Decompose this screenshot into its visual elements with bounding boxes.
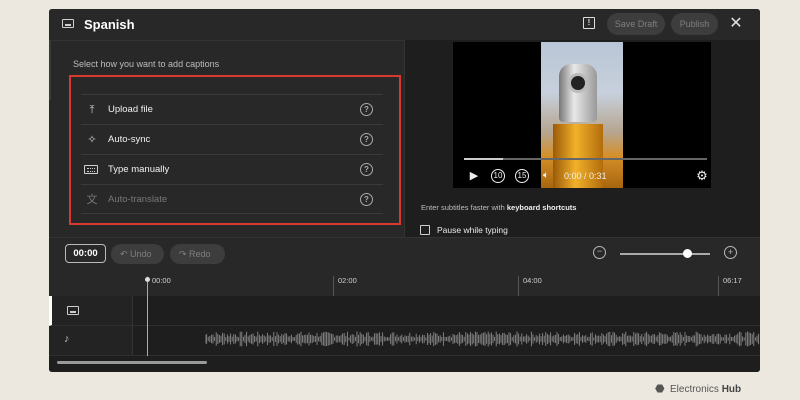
ruler-tick: 04:00 bbox=[518, 276, 542, 296]
captions-track[interactable] bbox=[133, 296, 760, 326]
help-icon[interactable]: ? bbox=[360, 163, 373, 176]
publish-button[interactable]: Publish bbox=[671, 13, 718, 35]
volume-icon[interactable]: 🔈︎ bbox=[539, 169, 553, 183]
pause-while-typing-checkbox[interactable] bbox=[420, 225, 430, 235]
audio-track-label: ♪ bbox=[49, 326, 133, 356]
option-label: Upload file bbox=[108, 104, 153, 115]
sparkle-icon: ✧ bbox=[87, 134, 97, 146]
option-label: Auto-sync bbox=[108, 134, 151, 145]
ruler-tick: 06:17 bbox=[718, 276, 742, 296]
panel-edge bbox=[49, 40, 51, 100]
option-label: Type manually bbox=[108, 164, 170, 175]
brand-logo-icon: ⬣ bbox=[655, 383, 665, 395]
upload-icon: ⤒ bbox=[89, 104, 95, 116]
captions-icon bbox=[62, 19, 74, 28]
option-auto-sync[interactable]: ✧ Auto-sync ? bbox=[81, 124, 383, 154]
help-icon[interactable]: ? bbox=[360, 193, 373, 206]
preview-panel: ▶ 10 15 🔈︎ 0:00 / 0:31 ⚙ Enter subtitles… bbox=[404, 40, 760, 237]
option-auto-translate: 文 Auto-translate ? bbox=[81, 184, 383, 214]
video-frame bbox=[541, 42, 623, 188]
caption-options-highlight: ⤒ Upload file ? ✧ Auto-sync ? Type manua… bbox=[69, 75, 401, 225]
scrollbar-thumb[interactable] bbox=[57, 361, 207, 364]
keyboard-icon bbox=[84, 165, 98, 174]
lighter-image bbox=[559, 64, 597, 122]
undo-icon: ↶ bbox=[120, 249, 131, 259]
editor-header: Spanish ! Save Draft Publish ✕ bbox=[49, 9, 760, 40]
redo-label: Redo bbox=[189, 249, 211, 259]
timeline-ruler: 00:00 02:00 04:00 06:17 bbox=[133, 270, 760, 296]
undo-label: Undo bbox=[130, 249, 152, 259]
video-progress-bar[interactable] bbox=[464, 158, 707, 160]
option-label: Auto-translate bbox=[108, 194, 168, 205]
close-icon[interactable]: ✕ bbox=[729, 14, 743, 34]
zoom-slider-thumb[interactable] bbox=[683, 249, 692, 258]
shortcut-hint: Enter subtitles faster with keyboard sho… bbox=[421, 203, 577, 212]
zoom-slider-track[interactable] bbox=[620, 253, 710, 255]
help-icon[interactable]: ? bbox=[360, 103, 373, 116]
captions-track-label[interactable] bbox=[49, 296, 133, 326]
progress-fill bbox=[464, 158, 503, 160]
feedback-icon[interactable]: ! bbox=[583, 17, 595, 29]
video-player[interactable]: ▶ 10 15 🔈︎ 0:00 / 0:31 ⚙ bbox=[453, 42, 711, 188]
redo-icon: ↷ bbox=[179, 249, 190, 259]
option-upload-file[interactable]: ⤒ Upload file ? bbox=[81, 94, 383, 124]
ruler-tick: 00:00 bbox=[147, 276, 171, 296]
timeline-toolbar: 00:00 ↶ Undo ↷ Redo − + bbox=[49, 237, 760, 270]
pause-while-typing-label: Pause while typing bbox=[437, 225, 508, 235]
ruler-tick: 02:00 bbox=[333, 276, 357, 296]
brand-watermark: Electronics Hub bbox=[670, 384, 742, 395]
time-readout: 0:00 / 0:31 bbox=[564, 171, 607, 181]
caption-editor-window: Spanish ! Save Draft Publish ✕ Select ho… bbox=[49, 9, 760, 372]
undo-button[interactable]: ↶ Undo bbox=[111, 244, 164, 264]
playhead-handle[interactable] bbox=[145, 277, 150, 282]
timecode-field[interactable]: 00:00 bbox=[65, 244, 106, 263]
zoom-out-icon[interactable]: − bbox=[593, 246, 606, 259]
translate-icon: 文 bbox=[86, 194, 98, 206]
page-title: Spanish bbox=[84, 17, 135, 32]
redo-button[interactable]: ↷ Redo bbox=[170, 244, 225, 264]
keyboard-shortcuts-link[interactable]: keyboard shortcuts bbox=[507, 203, 577, 212]
captions-track-icon bbox=[67, 306, 79, 315]
zoom-in-icon[interactable]: + bbox=[724, 246, 737, 259]
method-prompt: Select how you want to add captions bbox=[73, 59, 220, 69]
gear-icon[interactable]: ⚙ bbox=[695, 169, 709, 183]
help-icon[interactable]: ? bbox=[360, 133, 373, 146]
save-draft-button[interactable]: Save Draft bbox=[607, 13, 665, 35]
music-note-icon: ♪ bbox=[64, 333, 70, 345]
timeline-scrollbar[interactable] bbox=[49, 356, 760, 372]
audio-waveform bbox=[205, 331, 760, 347]
playhead[interactable] bbox=[147, 279, 148, 357]
rewind-10-icon[interactable]: 10 bbox=[491, 169, 505, 183]
option-type-manually[interactable]: Type manually ? bbox=[81, 154, 383, 184]
play-icon[interactable]: ▶ bbox=[468, 169, 480, 183]
caption-method-panel: Select how you want to add captions ⤒ Up… bbox=[49, 40, 404, 237]
forward-15-icon[interactable]: 15 bbox=[515, 169, 529, 183]
